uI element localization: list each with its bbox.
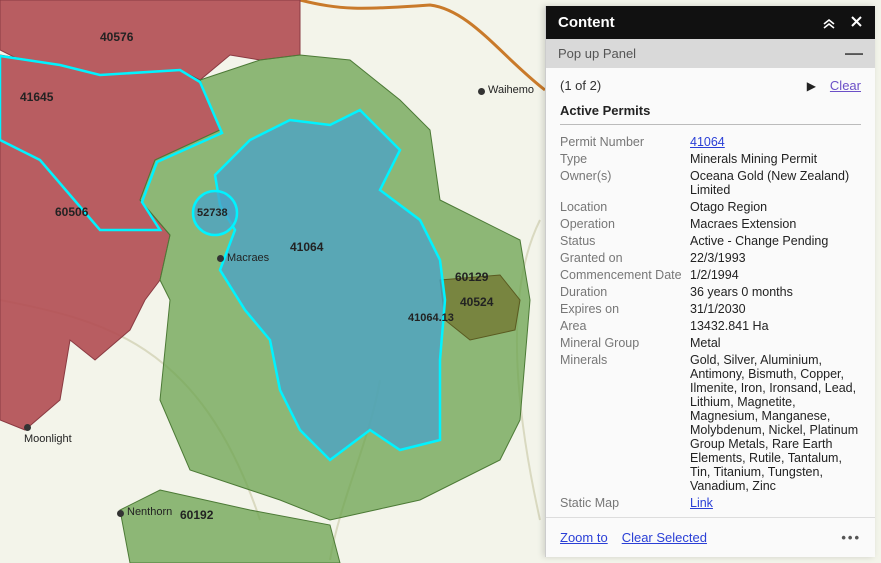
- place-dot: [478, 88, 485, 95]
- row-type: Type Minerals Mining Permit: [560, 150, 861, 167]
- label-owners: Owner(s): [560, 169, 690, 197]
- label-duration: Duration: [560, 285, 690, 299]
- value-static-map[interactable]: Link: [690, 496, 861, 510]
- label-area: Area: [560, 319, 690, 333]
- popup-subheader: Pop up Panel —: [546, 39, 875, 68]
- row-expires-on: Expires on 31/1/2030: [560, 300, 861, 317]
- close-icon[interactable]: [850, 15, 863, 30]
- place-dot: [217, 255, 224, 262]
- row-commencement: Commencement Date 1/2/1994: [560, 266, 861, 283]
- row-operation: Operation Macraes Extension: [560, 215, 861, 232]
- pager-row: (1 of 2) ▶ Clear: [546, 68, 875, 101]
- place-dot: [24, 424, 31, 431]
- row-granted-on: Granted on 22/3/1993: [560, 249, 861, 266]
- row-area: Area 13432.841 Ha: [560, 317, 861, 334]
- label-mineral-group: Mineral Group: [560, 336, 690, 350]
- label-static-map: Static Map: [560, 496, 690, 510]
- label-operation: Operation: [560, 217, 690, 231]
- clear-link[interactable]: Clear: [830, 78, 861, 93]
- label-granted-on: Granted on: [560, 251, 690, 265]
- row-owners: Owner(s) Oceana Gold (New Zealand) Limit…: [560, 167, 861, 198]
- value-commencement: 1/2/1994: [690, 268, 861, 282]
- label-expires-on: Expires on: [560, 302, 690, 316]
- value-status: Active - Change Pending: [690, 234, 861, 248]
- row-permit-number: Permit Number 41064: [560, 133, 861, 150]
- panel-header: Content: [546, 6, 875, 39]
- place-dot: [117, 510, 124, 517]
- label-commencement: Commencement Date: [560, 268, 690, 282]
- value-owners: Oceana Gold (New Zealand) Limited: [690, 169, 861, 197]
- value-operation: Macraes Extension: [690, 217, 861, 231]
- panel-footer: Zoom to Clear Selected •••: [546, 517, 875, 557]
- panel-title: Content: [558, 14, 615, 31]
- zoom-to-link[interactable]: Zoom to: [560, 530, 608, 545]
- label-location: Location: [560, 200, 690, 214]
- label-status: Status: [560, 234, 690, 248]
- content-panel: Content Pop up Panel — (1 of 2) ▶ Clear …: [545, 6, 875, 557]
- row-duration: Duration 36 years 0 months: [560, 283, 861, 300]
- row-mineral-group: Mineral Group Metal: [560, 334, 861, 351]
- value-duration: 36 years 0 months: [690, 285, 861, 299]
- value-type: Minerals Mining Permit: [690, 152, 861, 166]
- minimize-icon[interactable]: —: [845, 48, 863, 59]
- row-status: Status Active - Change Pending: [560, 232, 861, 249]
- more-actions-icon[interactable]: •••: [841, 530, 861, 545]
- details-list[interactable]: Permit Number 41064 Type Minerals Mining…: [546, 131, 875, 517]
- pager-text: (1 of 2): [560, 78, 601, 93]
- label-type: Type: [560, 152, 690, 166]
- value-area: 13432.841 Ha: [690, 319, 861, 333]
- value-mineral-group: Metal: [690, 336, 861, 350]
- section-title: Active Permits: [560, 103, 861, 125]
- value-permit-number[interactable]: 41064: [690, 135, 861, 149]
- collapse-icon[interactable]: [822, 15, 836, 31]
- row-minerals: Minerals Gold, Silver, Aluminium, Antimo…: [560, 351, 861, 494]
- row-static-map: Static Map Link: [560, 494, 861, 511]
- popup-subheader-title: Pop up Panel: [558, 46, 636, 61]
- value-minerals: Gold, Silver, Aluminium, Antimony, Bismu…: [690, 353, 861, 493]
- label-permit-number: Permit Number: [560, 135, 690, 149]
- value-granted-on: 22/3/1993: [690, 251, 861, 265]
- value-location: Otago Region: [690, 200, 861, 214]
- value-expires-on: 31/1/2030: [690, 302, 861, 316]
- clear-selected-link[interactable]: Clear Selected: [622, 530, 707, 545]
- row-location: Location Otago Region: [560, 198, 861, 215]
- label-minerals: Minerals: [560, 353, 690, 493]
- pager-next-icon[interactable]: ▶: [807, 79, 816, 93]
